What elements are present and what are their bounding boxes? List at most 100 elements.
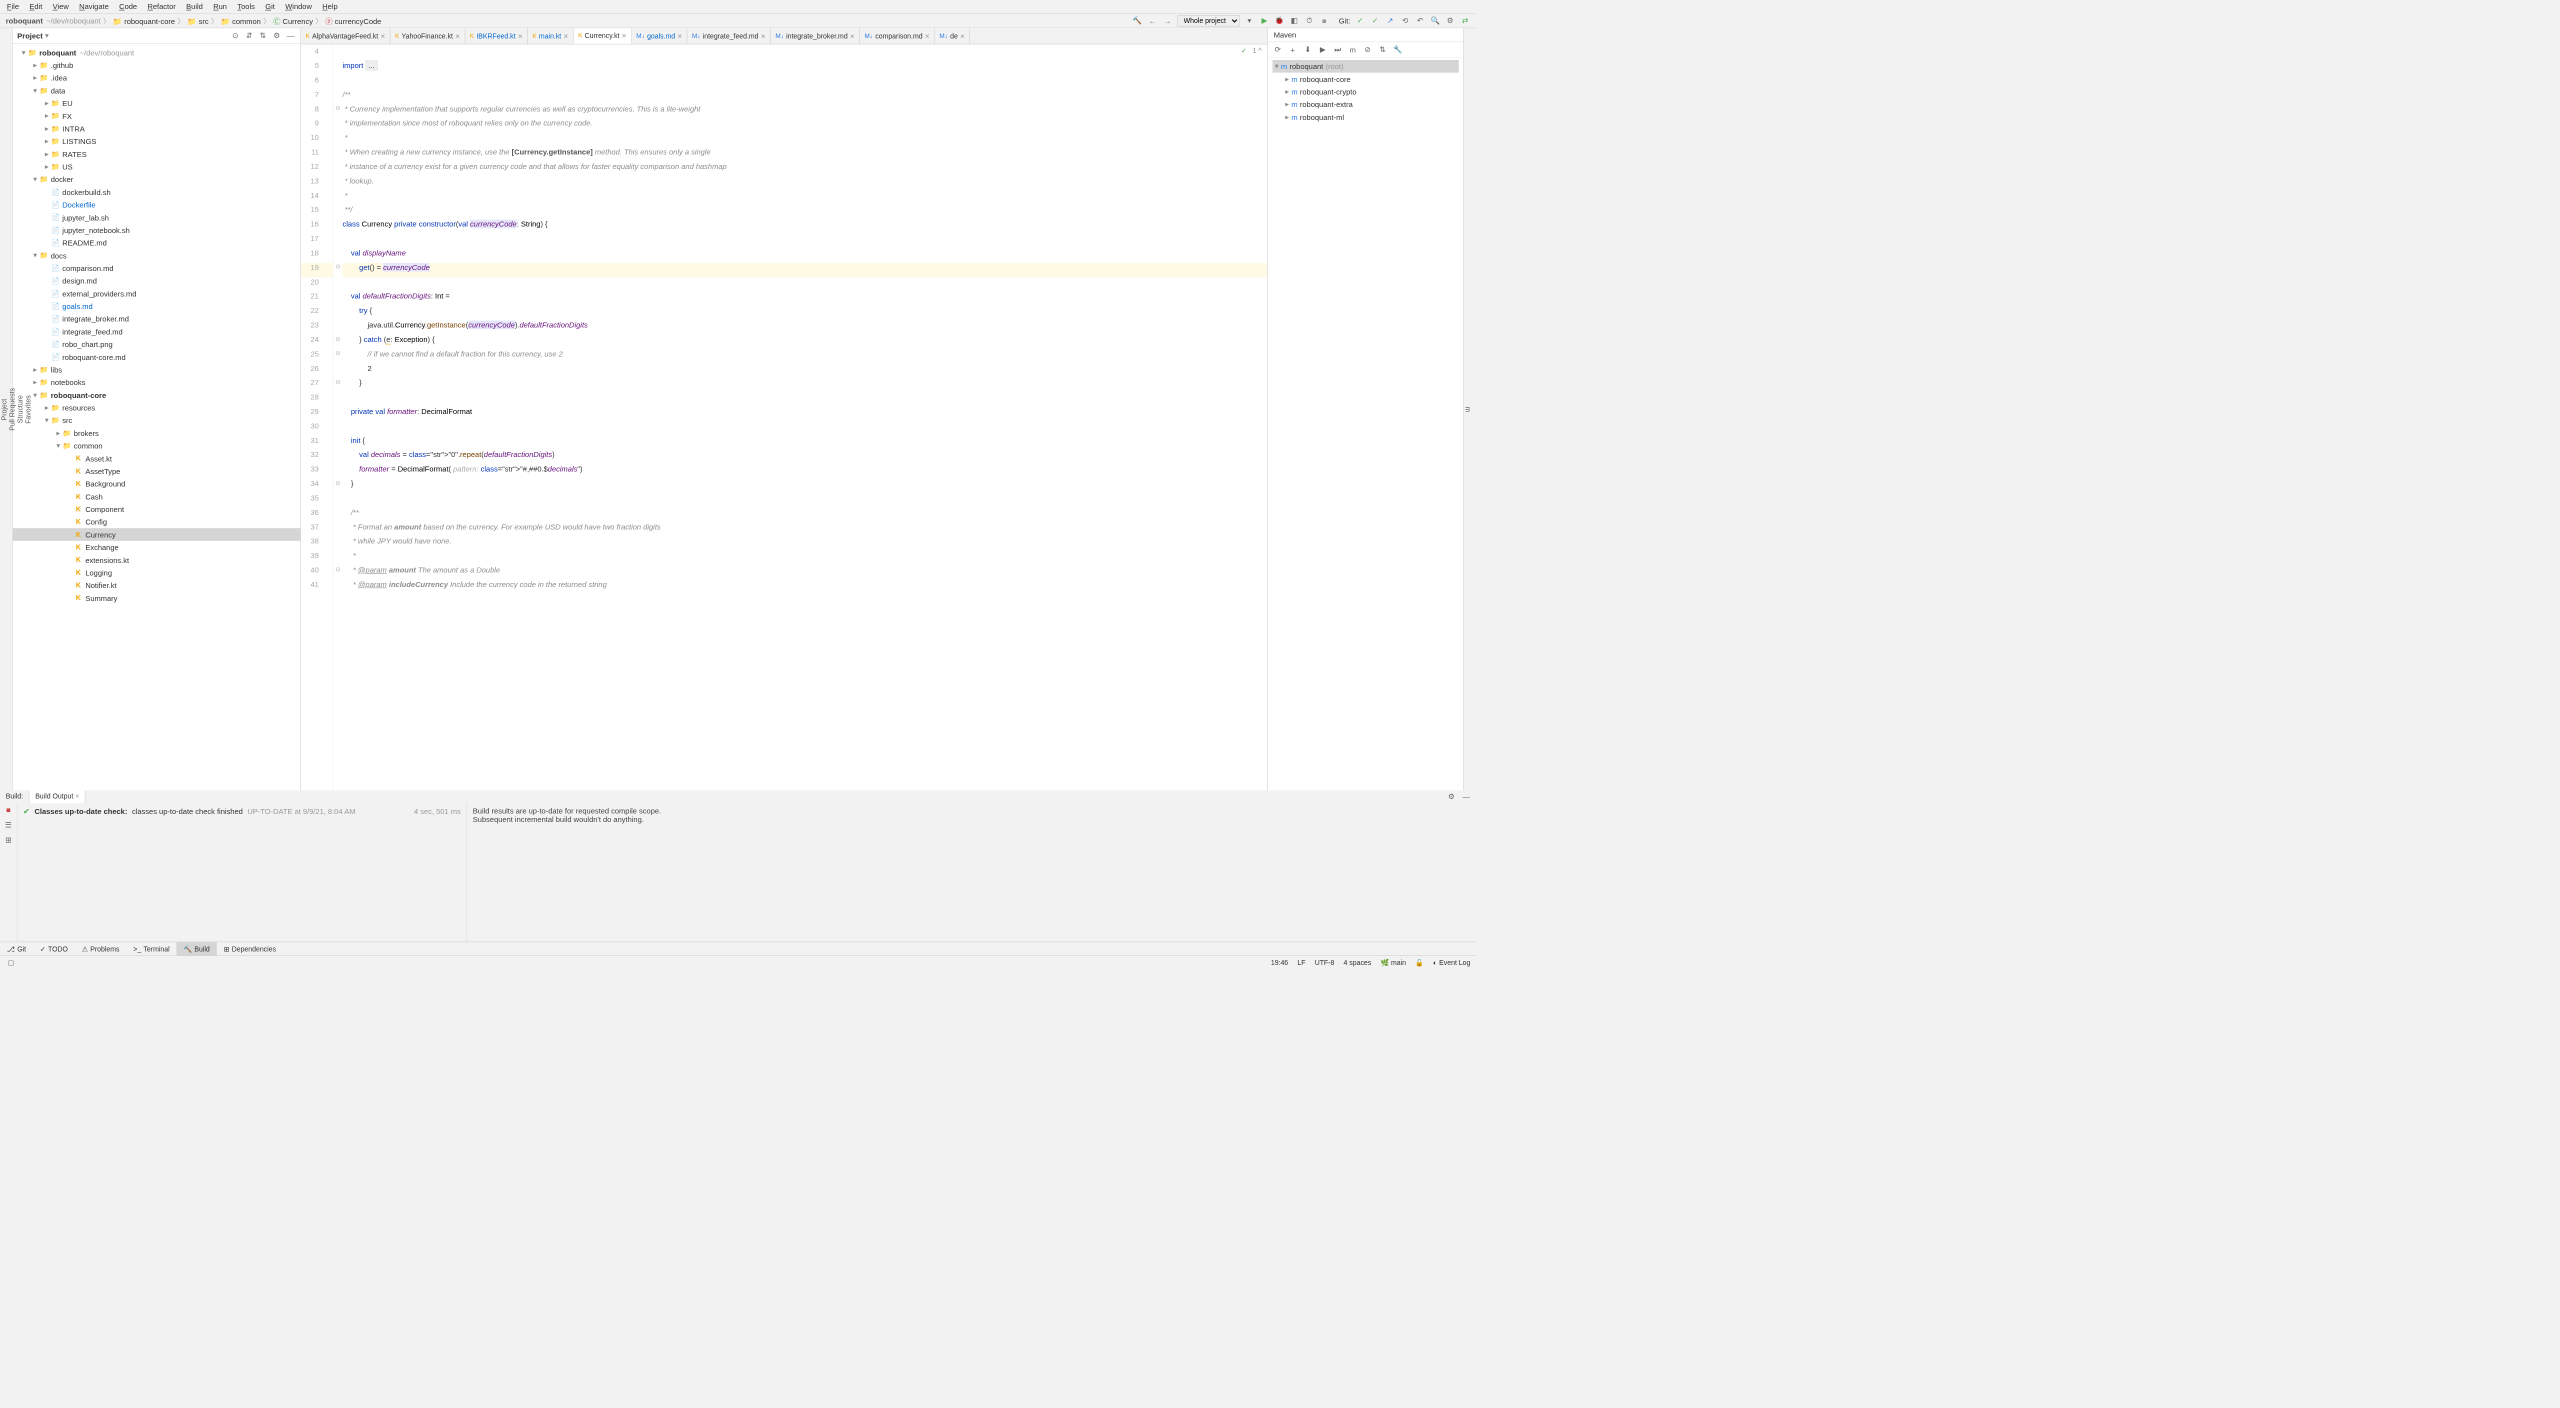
tree-item-external-providers-md[interactable]: 📄external_providers.md [13, 287, 301, 300]
code-line[interactable]: * implementation since most of roboquant… [343, 119, 1268, 133]
gutter-line[interactable]: 4 [301, 47, 333, 61]
build-output-console[interactable]: Build results are up-to-date for request… [467, 803, 1476, 941]
fold-toggle[interactable] [333, 407, 342, 421]
tree-item-data[interactable]: ▾📁data [13, 84, 301, 97]
tree-item-roboquant-core[interactable]: ▾📁roboquant-core [13, 389, 301, 402]
gutter-line[interactable]: 5 [301, 61, 333, 75]
editor-inspection-status[interactable]: ✓ 1 ^ [1241, 47, 1262, 55]
fold-toggle[interactable] [333, 47, 342, 61]
profile-icon[interactable]: ⏱ [1304, 16, 1314, 26]
gutter-line[interactable]: 30 [301, 421, 333, 435]
build-filter-icon[interactable]: ☰ [0, 818, 17, 833]
tree-item-integrate-broker-md[interactable]: 📄integrate_broker.md [13, 313, 301, 326]
fold-toggle[interactable] [333, 133, 342, 147]
tree-item-rates[interactable]: ▸📁RATES [13, 148, 301, 161]
breadcrumb-item[interactable]: 📁 common [221, 17, 261, 26]
gutter-line[interactable]: 22 [301, 306, 333, 320]
close-tab-icon[interactable]: × [622, 31, 627, 40]
bottom-tab-dependencies[interactable]: ⊞ Dependencies [217, 942, 283, 955]
fold-toggle[interactable] [333, 306, 342, 320]
code-line[interactable]: formatter = DecimalFormat( pattern: clas… [343, 465, 1268, 479]
code-line[interactable]: val decimals = class="str">"0".repeat(de… [343, 450, 1268, 464]
tree-item-listings[interactable]: ▸📁LISTINGS [13, 135, 301, 148]
gutter-line[interactable]: 19 [301, 263, 333, 277]
gutter-line[interactable]: 37 [301, 522, 333, 536]
code-line[interactable] [343, 76, 1268, 90]
close-tab-icon[interactable]: × [925, 31, 930, 40]
fold-toggle[interactable] [333, 436, 342, 450]
fold-toggle[interactable] [333, 191, 342, 205]
debug-icon[interactable]: 🐞 [1274, 16, 1284, 26]
maven-skip-icon[interactable]: ⏭ [1333, 44, 1343, 54]
gutter-line[interactable]: 7 [301, 90, 333, 104]
tree-item-readme-md[interactable]: 📄README.md [13, 236, 301, 249]
scope-dropdown-icon[interactable]: ▾ [1244, 16, 1254, 26]
git-history-icon[interactable]: ⟲ [1400, 16, 1410, 26]
git-push-icon[interactable]: ↗ [1385, 16, 1395, 26]
editor-tab-currency-kt[interactable]: KCurrency.kt× [573, 28, 631, 44]
code-line[interactable]: * Currency implementation that supports … [343, 104, 1268, 118]
nav-back-icon[interactable]: ← [1147, 16, 1157, 26]
build-stop-icon[interactable]: ■ [0, 803, 17, 818]
code-line[interactable]: import ... [343, 61, 1268, 75]
tree-item-eu[interactable]: ▸📁EU [13, 97, 301, 110]
editor-tab-comparison-md[interactable]: M↓comparison.md× [860, 28, 935, 44]
gutter-line[interactable]: 13 [301, 176, 333, 190]
code-line[interactable]: * @param amount The amount as a Double [343, 566, 1268, 580]
code-line[interactable]: * lookup. [343, 176, 1268, 190]
maven-item-roboquant[interactable]: ▾ m roboquant (root) [1273, 60, 1459, 73]
select-opened-icon[interactable]: ⊙ [230, 31, 240, 41]
readonly-lock-icon[interactable]: 🔓 [1415, 959, 1424, 967]
fold-toggle[interactable] [333, 465, 342, 479]
tree-item-us[interactable]: ▸📁US [13, 160, 301, 173]
fold-toggle[interactable] [333, 551, 342, 565]
tree-item-robo-chart-png[interactable]: 📄robo_chart.png [13, 338, 301, 351]
fold-toggle[interactable] [333, 61, 342, 75]
status-msg-icon[interactable]: ▢ [6, 957, 16, 967]
fold-toggle[interactable]: ⊖ [333, 378, 342, 392]
code-line[interactable]: } catch (e: Exception) { [343, 335, 1268, 349]
tree-item-currency[interactable]: KCurrency [13, 528, 301, 541]
bottom-tab-terminal[interactable]: >_ Terminal [126, 942, 176, 955]
menu-tools[interactable]: Tools [237, 2, 255, 11]
code-line[interactable]: private val formatter: DecimalFormat [343, 407, 1268, 421]
tree-item-assettype[interactable]: KAssetType [13, 465, 301, 478]
hide-panel-icon[interactable]: — [285, 31, 295, 41]
code-line[interactable]: 2 [343, 364, 1268, 378]
tree-item-comparison-md[interactable]: 📄comparison.md [13, 262, 301, 275]
tree-item-fx[interactable]: ▸📁FX [13, 110, 301, 123]
menu-run[interactable]: Run [213, 2, 227, 11]
breadcrumb-item[interactable]: ⓟ currencyCode [325, 17, 381, 26]
build-settings-icon[interactable]: ⚙ [1446, 792, 1456, 802]
code-line[interactable]: /** [343, 508, 1268, 522]
code-line[interactable]: * [343, 191, 1268, 205]
code-line[interactable]: **/ [343, 205, 1268, 219]
fold-toggle[interactable] [333, 90, 342, 104]
code-line[interactable]: get() = currencyCode [343, 263, 1268, 277]
file-encoding[interactable]: UTF-8 [1315, 959, 1335, 967]
menu-refactor[interactable]: Refactor [147, 2, 175, 11]
gutter-line[interactable]: 20 [301, 277, 333, 291]
tree-item--github[interactable]: ▸📁.github [13, 59, 301, 72]
tree-item-exchange[interactable]: KExchange [13, 541, 301, 554]
fold-toggle[interactable] [333, 148, 342, 162]
search-icon[interactable]: 🔍 [1430, 16, 1440, 26]
menu-help[interactable]: Help [322, 2, 337, 11]
close-tab-icon[interactable]: × [380, 31, 385, 40]
build-icon[interactable]: 🔨 [1132, 16, 1142, 26]
tree-item-logging[interactable]: KLogging [13, 566, 301, 579]
code-line[interactable]: /** [343, 90, 1268, 104]
fold-toggle[interactable] [333, 494, 342, 508]
fold-toggle[interactable] [333, 176, 342, 190]
maven-generate-icon[interactable]: + [1288, 44, 1298, 54]
fold-toggle[interactable] [333, 249, 342, 263]
fold-toggle[interactable] [333, 508, 342, 522]
fold-toggle[interactable] [333, 364, 342, 378]
close-tab-icon[interactable]: × [518, 31, 523, 40]
stop-icon[interactable]: ■ [1319, 16, 1329, 26]
fold-toggle[interactable] [333, 537, 342, 551]
close-tab-icon[interactable]: × [677, 31, 682, 40]
maven-settings-icon[interactable]: 🔧 [1392, 44, 1402, 54]
git-label[interactable]: Git: [1339, 16, 1351, 25]
tree-item-integrate-feed-md[interactable]: 📄integrate_feed.md [13, 325, 301, 338]
